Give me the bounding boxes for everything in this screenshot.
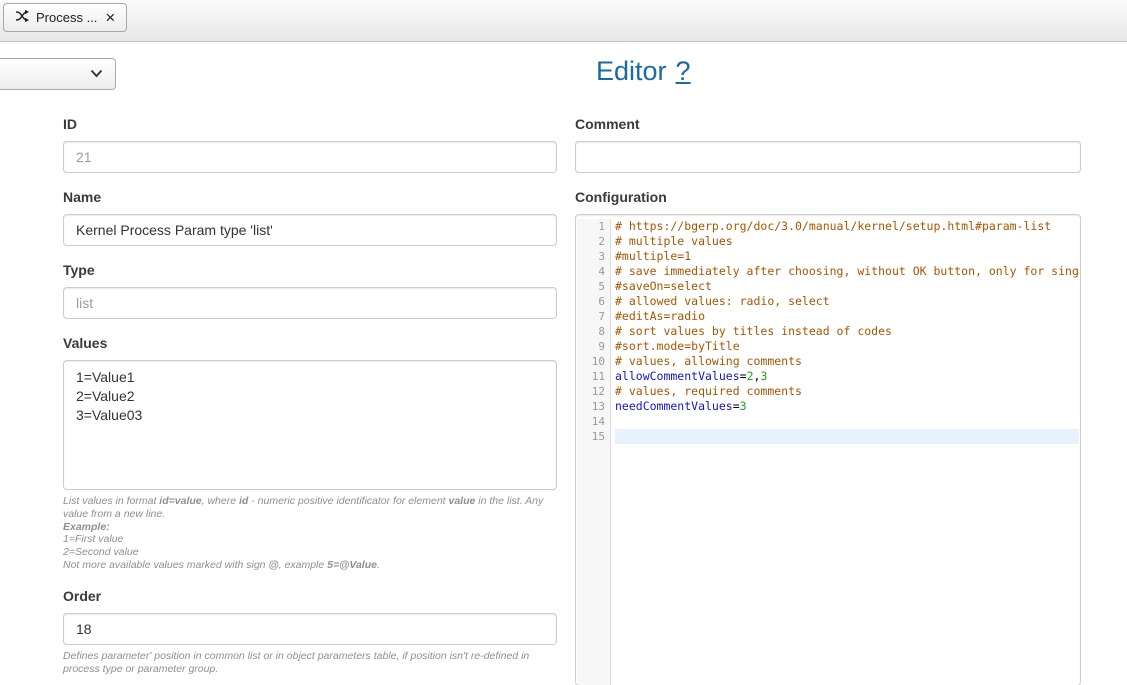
order-group: Order Defines parameter' position in com… (63, 588, 557, 676)
comment-input[interactable] (575, 141, 1081, 173)
comment-group: Comment (575, 116, 1081, 173)
help-link[interactable]: ? (676, 56, 691, 86)
code-line[interactable]: needCommentValues=3 (615, 399, 1079, 414)
code-line[interactable]: # values, allowing comments (615, 354, 1079, 369)
line-number: 10 (577, 354, 605, 369)
type-select[interactable] (0, 58, 116, 90)
code-line[interactable]: # values, required comments (615, 384, 1079, 399)
configuration-label: Configuration (575, 189, 1081, 205)
editor-form: ID Name Type Values 1=Value1 2=Value2 3=… (0, 116, 1127, 685)
values-help: List values in format id=value, where id… (63, 495, 557, 572)
values-label: Values (63, 335, 557, 351)
type-group: Type (63, 262, 557, 319)
configuration-group: Configuration 123456789101112131415 # ht… (575, 189, 1081, 685)
line-number: 14 (577, 414, 605, 429)
code-line[interactable]: # multiple values (615, 234, 1079, 249)
line-number: 1 (577, 219, 605, 234)
line-number: 2 (577, 234, 605, 249)
tab-label: Process ... (36, 10, 97, 25)
code-line[interactable]: # allowed values: radio, select (615, 294, 1079, 309)
line-number: 11 (577, 369, 605, 384)
right-column: Comment Configuration 123456789101112131… (575, 116, 1081, 685)
editor-page: Process ... × Editor? ID Name Type (0, 0, 1127, 685)
name-label: Name (63, 189, 557, 205)
code-line[interactable]: # sort values by titles instead of codes (615, 324, 1079, 339)
line-number: 3 (577, 249, 605, 264)
configuration-code[interactable]: # https://bgerp.org/doc/3.0/manual/kerne… (611, 219, 1079, 685)
line-number: 6 (577, 294, 605, 309)
left-column: ID Name Type Values 1=Value1 2=Value2 3=… (63, 116, 557, 685)
line-number: 4 (577, 264, 605, 279)
chevron-down-icon (90, 65, 103, 83)
code-line[interactable] (615, 414, 1079, 429)
line-number: 9 (577, 339, 605, 354)
comment-label: Comment (575, 116, 1081, 132)
id-label: ID (63, 116, 557, 132)
page-title: Editor (596, 56, 667, 86)
code-line[interactable]: #sort.mode=byTitle (615, 339, 1079, 354)
shuffle-icon (15, 9, 29, 26)
configuration-gutter: 123456789101112131415 (577, 219, 611, 685)
tab-bar: Process ... × (0, 0, 1127, 42)
code-line[interactable]: #multiple=1 (615, 249, 1079, 264)
id-group: ID (63, 116, 557, 173)
line-number: 13 (577, 399, 605, 414)
type-input[interactable] (63, 287, 557, 319)
values-textarea[interactable]: 1=Value1 2=Value2 3=Value03 (63, 360, 557, 490)
values-group: Values 1=Value1 2=Value2 3=Value03 List … (63, 335, 557, 572)
code-mirror: 123456789101112131415 # https://bgerp.or… (577, 219, 1079, 685)
line-number: 12 (577, 384, 605, 399)
order-input[interactable] (63, 613, 557, 645)
code-line[interactable]: allowCommentValues=2,3 (615, 369, 1079, 384)
code-line[interactable]: #editAs=radio (615, 309, 1079, 324)
code-line[interactable]: #saveOn=select (615, 279, 1079, 294)
name-input[interactable] (63, 214, 557, 246)
line-number: 8 (577, 324, 605, 339)
name-group: Name (63, 189, 557, 246)
line-number: 15 (577, 429, 605, 444)
configuration-editor[interactable]: 123456789101112131415 # https://bgerp.or… (575, 214, 1081, 685)
type-label: Type (63, 262, 557, 278)
line-number: 7 (577, 309, 605, 324)
tab-process[interactable]: Process ... × (3, 3, 127, 32)
code-line[interactable]: # https://bgerp.org/doc/3.0/manual/kerne… (615, 219, 1079, 234)
line-number: 5 (577, 279, 605, 294)
code-line[interactable] (615, 429, 1079, 444)
id-input[interactable] (63, 141, 557, 173)
close-icon[interactable]: × (104, 9, 116, 26)
order-label: Order (63, 588, 557, 604)
code-line[interactable]: # save immediately after choosing, witho… (615, 264, 1079, 279)
page-title-row: Editor? (596, 56, 691, 87)
order-help: Defines parameter' position in common li… (63, 650, 557, 676)
